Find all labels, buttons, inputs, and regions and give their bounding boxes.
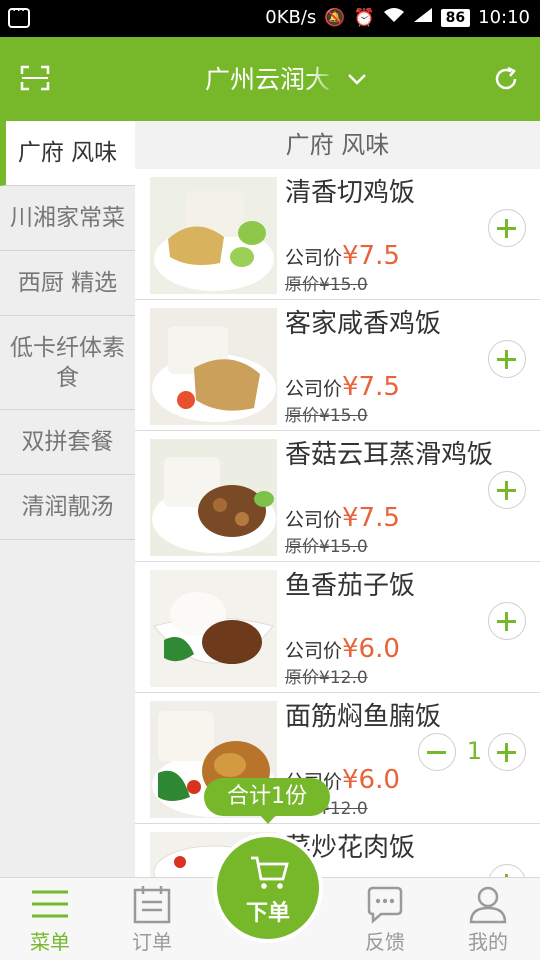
category-item[interactable]: 双拼套餐 — [0, 410, 135, 475]
scan-icon[interactable] — [20, 65, 50, 91]
place-order-button[interactable]: 下单 — [213, 833, 323, 943]
original-price: 原价¥15.0 — [285, 275, 368, 295]
original-price: 原价¥12.0 — [285, 668, 368, 688]
profile-icon — [468, 884, 508, 924]
wifi-icon — [383, 7, 405, 28]
price-label: 公司价 — [285, 640, 343, 662]
category-label: 低卡纤体素食 — [10, 334, 125, 391]
add-dish-button[interactable] — [488, 602, 526, 640]
dish-item: 清香切鸡饭 公司价¥7.5 原价¥15.0 — [135, 169, 540, 300]
app-screen: 0KB/s 🔕 ⏰ 86 10:10 广州云润大 — [0, 0, 540, 960]
original-price: 原价¥15.0 — [285, 537, 368, 557]
dish-item: 菜炒花肉饭 — [135, 824, 540, 877]
add-dish-button[interactable] — [488, 864, 526, 877]
category-item[interactable]: 广府 风味 — [0, 121, 135, 186]
nav-orders[interactable]: 订单 — [102, 878, 202, 960]
title-fade — [310, 64, 338, 96]
network-speed: 0KB/s — [265, 7, 317, 28]
category-label: 川湘家常菜 — [10, 205, 125, 231]
category-item[interactable]: 低卡纤体素食 — [0, 316, 135, 410]
price-label: 公司价 — [285, 378, 343, 400]
notification-icon — [8, 3, 30, 28]
add-dish-button[interactable] — [488, 209, 526, 247]
dish-photo — [150, 570, 277, 687]
nav-label: 我的 — [468, 930, 508, 954]
add-dish-button[interactable] — [488, 471, 526, 509]
dish-photo — [150, 439, 277, 556]
nav-profile[interactable]: 我的 — [438, 878, 538, 960]
chevron-down-icon[interactable] — [346, 69, 368, 89]
status-bar: 0KB/s 🔕 ⏰ 86 10:10 — [0, 0, 540, 37]
price-label: 公司价 — [285, 509, 343, 531]
category-label: 双拼套餐 — [21, 429, 114, 455]
mute-icon: 🔕 — [324, 7, 346, 28]
feedback-icon — [365, 884, 405, 924]
nav-label: 菜单 — [30, 930, 70, 954]
clock: 10:10 — [478, 7, 530, 28]
menu-icon — [30, 884, 70, 924]
dish-photo — [150, 308, 277, 425]
price-label: 公司价 — [285, 247, 343, 269]
orders-icon — [132, 884, 172, 924]
remove-dish-button[interactable] — [418, 733, 456, 771]
place-order-label: 下单 — [245, 901, 290, 926]
original-price: 原价¥15.0 — [285, 406, 368, 426]
nav-feedback[interactable]: 反馈 — [335, 878, 435, 960]
signal-icon — [413, 7, 433, 28]
nav-label: 订单 — [132, 930, 172, 954]
cart-total-bubble: 合计1份 — [204, 778, 330, 824]
category-item[interactable]: 西厨 精选 — [0, 251, 135, 316]
dish-price: ¥6.0 — [342, 765, 400, 795]
dish-price: ¥7.5 — [342, 372, 400, 402]
refresh-icon[interactable] — [492, 65, 520, 93]
category-item[interactable]: 川湘家常菜 — [0, 186, 135, 251]
dish-price: ¥6.0 — [342, 634, 400, 664]
dish-name: 香菇云耳蒸滑鸡饭 — [285, 440, 494, 470]
dish-quantity: 1 — [466, 737, 482, 765]
dish-item: 面筋焖鱼腩饭 公司价¥6.0 原价¥12.0 1 — [135, 693, 540, 824]
category-label: 西厨 精选 — [17, 270, 118, 296]
dish-name: 客家咸香鸡饭 — [285, 309, 442, 339]
add-dish-button[interactable] — [488, 733, 526, 771]
dish-item: 鱼香茄子饭 公司价¥6.0 原价¥12.0 — [135, 562, 540, 693]
dish-item: 客家咸香鸡饭 公司价¥7.5 原价¥15.0 — [135, 300, 540, 431]
cart-icon — [249, 855, 289, 891]
dish-item: 香菇云耳蒸滑鸡饭 公司价¥7.5 原价¥15.0 — [135, 431, 540, 562]
category-item[interactable]: 清润靓汤 — [0, 475, 135, 540]
category-label: 清润靓汤 — [21, 494, 114, 520]
alarm-icon: ⏰ — [353, 7, 375, 28]
dish-name: 面筋焖鱼腩饭 — [285, 702, 442, 732]
app-header: 广州云润大 — [0, 37, 540, 121]
nav-label: 反馈 — [365, 930, 405, 954]
category-sidebar: 广府 风味 川湘家常菜 西厨 精选 低卡纤体素食 双拼套餐 清润靓汤 — [0, 121, 135, 877]
dish-price: ¥7.5 — [342, 503, 400, 533]
dish-list: 广府 风味 清香切鸡饭 公司价¥7.5 原价¥15.0 客家咸香鸡饭 公司价¥7… — [135, 121, 540, 877]
dish-price: ¥7.5 — [342, 241, 400, 271]
dish-name: 清香切鸡饭 — [285, 178, 416, 208]
dish-name: 鱼香茄子饭 — [285, 571, 416, 601]
section-title: 广府 风味 — [135, 121, 540, 169]
dish-photo — [150, 177, 277, 294]
category-label: 广府 风味 — [17, 140, 118, 166]
battery-icon: 86 — [440, 8, 471, 27]
add-dish-button[interactable] — [488, 340, 526, 378]
nav-menu[interactable]: 菜单 — [0, 878, 100, 960]
